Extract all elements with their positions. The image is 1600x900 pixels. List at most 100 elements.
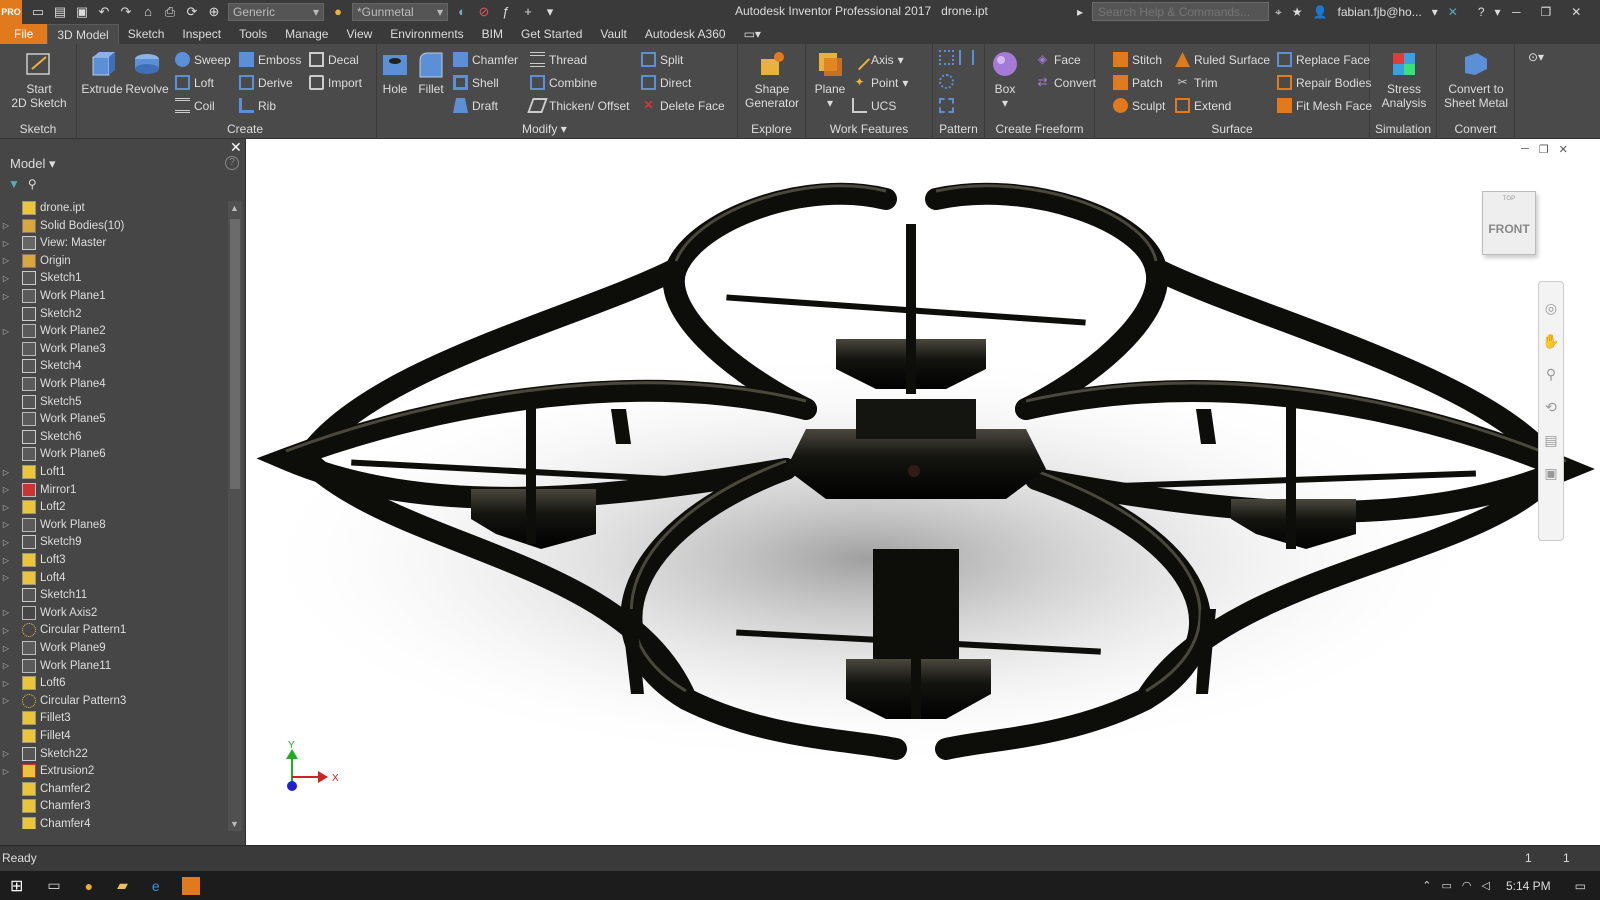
tree-item[interactable]: ▷ Loft6: [0, 674, 66, 692]
view-cube-top[interactable]: TOP: [1483, 196, 1535, 202]
fillet-button[interactable]: Fillet: [415, 49, 447, 96]
windows-start-icon[interactable]: ⊞: [10, 876, 23, 896]
new-file-icon[interactable]: ▭: [30, 4, 46, 20]
search-input[interactable]: [1092, 2, 1269, 21]
tree-item[interactable]: ▷ Circular Pattern3: [0, 692, 126, 710]
expand-arrow-icon[interactable]: ▷: [0, 256, 12, 265]
tree-item[interactable]: drone.ipt: [0, 199, 85, 217]
orbit-icon[interactable]: ⟲: [1545, 399, 1557, 416]
help-icon[interactable]: ?: [1478, 5, 1485, 19]
scroll-thumb[interactable]: [230, 219, 240, 489]
view-face-icon[interactable]: ▣: [1544, 465, 1557, 482]
tab-tools[interactable]: Tools: [230, 24, 276, 44]
chevron-down-icon[interactable]: ▾: [1495, 5, 1501, 19]
material-combo[interactable]: Generic ▾: [228, 3, 324, 21]
tray-expand-icon[interactable]: ⌃: [1422, 879, 1431, 892]
minimize-icon[interactable]: ─: [1521, 143, 1529, 156]
tree-item[interactable]: Sketch2: [0, 305, 82, 323]
expand-arrow-icon[interactable]: ▷: [0, 679, 12, 688]
graphics-window[interactable]: TOP FRONT ─ ❐ ✕ ◎ ✋ ⚲ ⟲ ▤ ▣ Y X: [246, 139, 1600, 845]
circular-pattern-icon[interactable]: [939, 74, 954, 89]
tree-item[interactable]: ▷ Loft4: [0, 569, 66, 587]
tree-item[interactable]: Work Plane4: [0, 375, 106, 393]
update-icon[interactable]: ⟳: [184, 4, 200, 20]
ruled-surface-button[interactable]: Ruled Surface: [1175, 52, 1270, 67]
clock[interactable]: 5:14 PM: [1506, 879, 1551, 893]
coil-button[interactable]: Coil: [175, 98, 215, 113]
print-icon[interactable]: ⎙: [162, 4, 178, 20]
find-icon[interactable]: ⚲: [28, 177, 37, 191]
convert-button[interactable]: ⇄ Convert: [1035, 75, 1096, 90]
expand-arrow-icon[interactable]: ▷: [0, 644, 12, 653]
volume-icon[interactable]: ◁: [1481, 879, 1489, 892]
stress-analysis-button[interactable]: Stress Analysis: [1374, 49, 1434, 110]
expand-arrow-icon[interactable]: ▷: [0, 661, 12, 670]
tab-a360[interactable]: Autodesk A360: [636, 24, 735, 44]
tree-item[interactable]: Sketch6: [0, 428, 82, 446]
notifications-icon[interactable]: ▭: [1575, 879, 1586, 893]
task-view-icon[interactable]: ▭: [47, 877, 60, 894]
rib-button[interactable]: Rib: [239, 98, 276, 113]
customize-icon[interactable]: ▾: [542, 4, 558, 20]
help-icon[interactable]: ?: [225, 156, 239, 170]
open-folder-icon[interactable]: ▤: [52, 4, 68, 20]
tree-item[interactable]: Sketch5: [0, 393, 82, 411]
tree-item[interactable]: ▷ Sketch1: [0, 269, 82, 287]
view-cube-front[interactable]: FRONT: [1483, 222, 1535, 236]
expand-arrow-icon[interactable]: ▷: [0, 573, 12, 582]
combine-button[interactable]: Combine: [530, 75, 597, 90]
tree-item[interactable]: ▷ Loft2: [0, 498, 66, 516]
comm-center-icon[interactable]: ⌖: [1275, 5, 1282, 20]
chamfer-button[interactable]: Chamfer: [453, 52, 518, 67]
tree-item[interactable]: ▷ Loft3: [0, 551, 66, 569]
tree-item[interactable]: ▷ Work Plane1: [0, 287, 106, 305]
tab-environments[interactable]: Environments: [381, 24, 472, 44]
sculpt-button[interactable]: Sculpt: [1113, 98, 1165, 113]
tree-item[interactable]: Sketch11: [0, 586, 87, 604]
tab-vault[interactable]: Vault: [591, 24, 635, 44]
decal-button[interactable]: Decal: [309, 52, 359, 67]
thread-button[interactable]: Thread: [530, 52, 587, 67]
tree-item[interactable]: ▷ Extrusion2: [0, 762, 94, 780]
tab-get-started[interactable]: Get Started: [512, 24, 591, 44]
save-icon[interactable]: ▣: [74, 4, 90, 20]
tree-item[interactable]: Fillet4: [0, 727, 71, 745]
tab-bim[interactable]: BIM: [473, 24, 512, 44]
plane-button[interactable]: Plane ▾: [812, 49, 848, 110]
view-cube[interactable]: TOP FRONT: [1482, 191, 1536, 255]
rectangular-pattern-icon[interactable]: [939, 50, 954, 65]
expand-arrow-icon[interactable]: ▷: [0, 520, 12, 529]
loft-button[interactable]: Loft: [175, 75, 214, 90]
hole-button[interactable]: Hole: [380, 49, 410, 96]
close-icon[interactable]: ✕: [230, 139, 242, 156]
split-button[interactable]: Split: [641, 52, 683, 67]
tree-item[interactable]: ▷ Work Plane8: [0, 516, 106, 534]
expand-arrow-icon[interactable]: ▷: [0, 239, 12, 248]
chrome-icon[interactable]: ●: [85, 878, 93, 894]
mirror-icon[interactable]: [959, 50, 974, 65]
derive-button[interactable]: Derive: [239, 75, 293, 90]
tree-item[interactable]: ▷ View: Master: [0, 234, 106, 252]
convert-sheet-metal-button[interactable]: Convert to Sheet Metal: [1441, 49, 1511, 110]
tree-item[interactable]: Sketch4: [0, 357, 82, 375]
measure-icon[interactable]: ⊕: [206, 4, 222, 20]
user-name[interactable]: fabian.fjb@ho...: [1337, 5, 1421, 19]
expand-arrow-icon[interactable]: ▷: [0, 626, 12, 635]
restore-icon[interactable]: ❐: [1541, 5, 1552, 19]
favorites-icon[interactable]: ★: [1292, 5, 1303, 19]
expand-arrow-icon[interactable]: ▷: [0, 221, 12, 230]
chevron-down-icon[interactable]: ▾: [1432, 5, 1438, 19]
zoom-icon[interactable]: ⚲: [1546, 366, 1556, 383]
expand-arrow-icon[interactable]: ▷: [0, 292, 12, 301]
expand-arrow-icon[interactable]: ▷: [0, 767, 12, 776]
tab-inspect[interactable]: Inspect: [173, 24, 230, 44]
face-button[interactable]: ◈ Face: [1035, 52, 1081, 67]
expand-arrow-icon[interactable]: ▷: [0, 327, 12, 336]
close-icon[interactable]: ✕: [1559, 143, 1568, 156]
clear-appearance-icon[interactable]: ⊘: [476, 4, 492, 20]
undo-icon[interactable]: ↶: [96, 4, 112, 20]
tab-sketch[interactable]: Sketch: [119, 24, 174, 44]
add-icon[interactable]: +: [520, 4, 536, 20]
expand-arrow-icon[interactable]: ▷: [0, 274, 12, 283]
close-icon[interactable]: ✕: [1571, 5, 1581, 19]
